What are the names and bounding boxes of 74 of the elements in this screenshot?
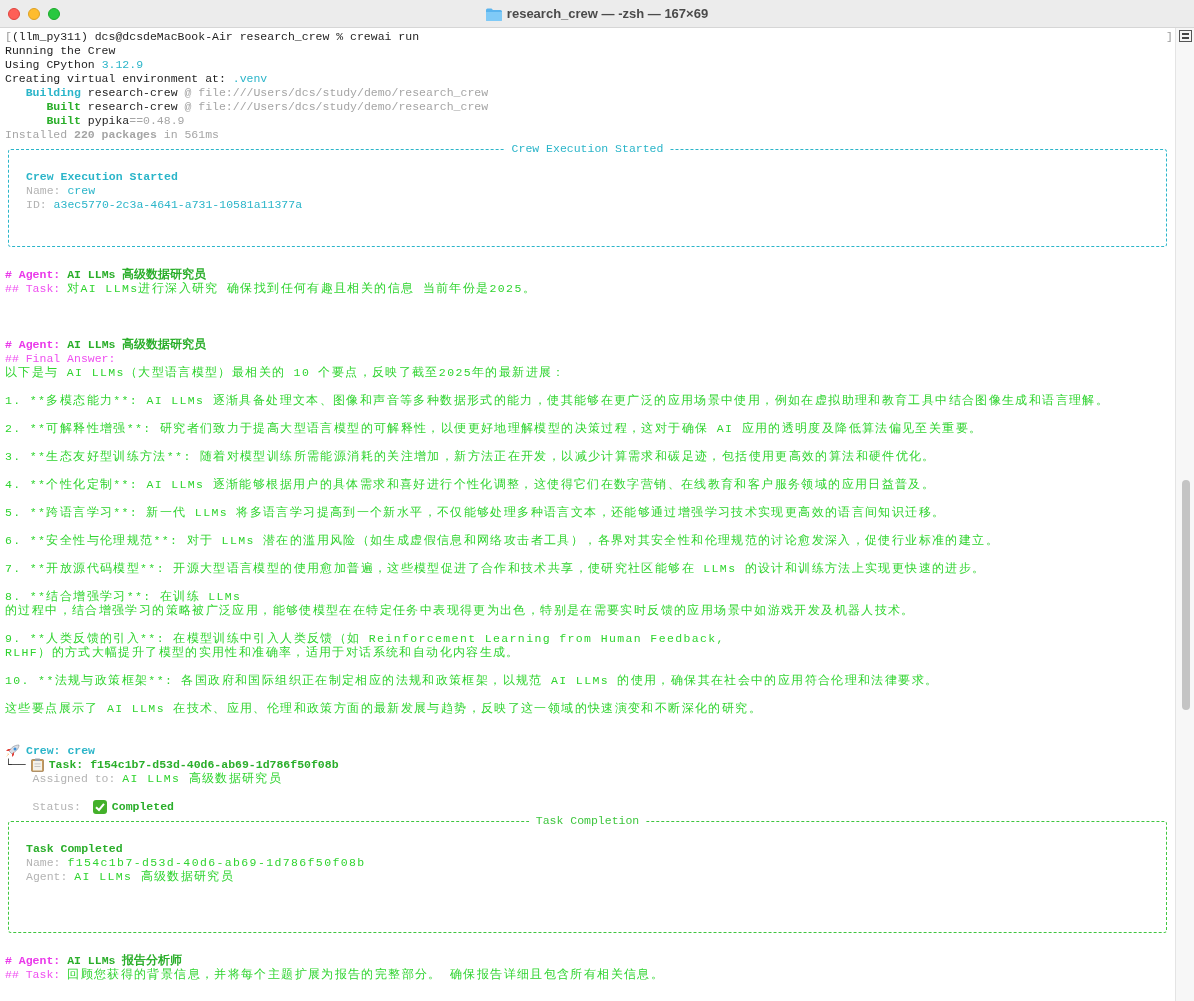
terminal-text: Completed (111, 800, 174, 814)
terminal-text: Task: f154c1b7-d53d-40d6-ab69-1d786f50f08b (48, 758, 339, 772)
clipboard-icon (30, 758, 44, 772)
terminal-text: Built (45, 114, 81, 128)
terminal-text: Installed (5, 128, 69, 142)
terminal-text: crew (67, 184, 96, 198)
terminal-text: Crew Execution Started (26, 170, 178, 184)
terminal-text: Crew: crew (26, 744, 95, 758)
terminal-text: RLHF）的方式大幅提升了模型的实用性和准确率，适用于对话系统和自动化内容生成。 (5, 646, 520, 660)
terminal-text: Running the Crew (5, 44, 116, 58)
terminal-text: research-crew (86, 100, 179, 114)
terminal-text: Creating virtual environment at: (5, 72, 227, 86)
terminal-text: AI LLMs 高级数据研究员 (67, 338, 207, 352)
marks-icon[interactable] (1179, 30, 1192, 42)
close-button[interactable] (8, 7, 20, 20)
terminal-text: ID: (26, 198, 48, 212)
terminal-text: a3ec5770-2c3a-4641-a731-10581a11377a (53, 198, 303, 212)
terminal-text: AI LLMs 高级数据研究员 (122, 772, 283, 786)
window-title: research_crew — -zsh — 167×69 (506, 5, 709, 24)
terminal-text: ## Final Answer: (5, 352, 116, 366)
terminal-text: └── (5, 758, 26, 772)
terminal-text: 2. **可解释性增强**: 研究者们致力于提高大型语言模型的可解释性，以便更好地理解模型的决策过程，这对于确保 AI 应用的透明度及降低算法偏见至关重要。 (5, 422, 983, 436)
terminal-text: research-crew (86, 86, 179, 100)
terminal-text: Building (24, 86, 81, 100)
scrollbar-thumb[interactable] (1182, 480, 1190, 710)
terminal-text: 9. **人类反馈的引入**: 在模型训练中引入人类反馈（如 Reinforcement Learning from Human Feedback, (5, 632, 725, 646)
checkmark-icon (92, 800, 107, 814)
scrollbar[interactable] (1175, 28, 1194, 1001)
terminal-text: AI LLMs 高级数据研究员 (67, 268, 207, 282)
terminal-text: 6. **安全性与伦理规范**: 对于 LLMs 潜在的滥用风险（如生成虚假信息和网络攻击者工具），各界对其安全性和伦理规范的讨论愈发深入，促使行业标准的建立。 (5, 534, 999, 548)
terminal-text: AI LLMs 高级数据研究员 (74, 870, 235, 884)
terminal-text: AI LLMs 报告分析师 (67, 954, 183, 968)
prompt-mark: ] (1166, 30, 1173, 44)
terminal-text: Name: (26, 184, 62, 198)
terminal-text: (llm_py311) dcs@dcsdeMacBook-Air research_crew % crewai run (11, 30, 420, 44)
terminal-text: 这些要点展示了 AI LLMs 在技术、应用、伦理和政策方面的最新发展与趋势，反映了这一领域的快速演变和不断深化的研究。 (5, 702, 762, 716)
zoom-button[interactable] (48, 7, 60, 20)
terminal-text: 对AI LLMs进行深入研究 确保找到任何有趣且相关的信息 当前年份是2025。 (67, 282, 537, 296)
terminal-text: ## Task: (5, 968, 62, 982)
terminal-text: 4. **个性化定制**: AI LLMs 逐渐能够根据用户的具体需求和喜好进行个性化调整，这使得它们在数字营销、在线教育和客户服务领域的应用日益普及。 (5, 478, 936, 492)
terminal-text: f154c1b7-d53d-40d6-ab69-1d786f50f08b (67, 856, 366, 870)
terminal-text: Assigned to: (31, 772, 117, 786)
terminal-text: Agent: (26, 870, 69, 884)
terminal-text: 7. **开放源代码模型**: 开源大型语言模型的使用愈加普遍，这些模型促进了合作和技术共享，使研究社区能够在 LLMs 的设计和训练方法上实现更快速的进步。 (5, 562, 986, 576)
terminal-text: Task Completed (26, 842, 123, 856)
terminal-text: 10. **法规与政策框架**: 各国政府和国际组织正在制定相应的法规和政策框架，以规范 AI LLMs 的使用，确保其在社会中的应用符合伦理和法律要求。 (5, 674, 939, 688)
panel-title: Task Completion (528, 814, 647, 828)
terminal-text: 3.12.9 (101, 58, 144, 72)
terminal-text: @ file:///Users/dcs/study/demo/research_crew (184, 100, 489, 114)
terminal-text: # Agent: (5, 268, 62, 282)
terminal-text: 以下是与 AI LLMs（大型语言模型）最相关的 10 个要点，反映了截至2025年的最新进展： (5, 366, 566, 380)
minimize-button[interactable] (28, 7, 40, 20)
terminal-text: pypika (86, 114, 130, 128)
terminal-text: 3. **生态友好型训练方法**: 随着对模型训练所需能源消耗的关注增加，新方法正在开发，以减少计算需求和碳足迹，包括使用更高效的算法和硬件优化。 (5, 450, 936, 464)
terminal-text: Status: (31, 800, 82, 814)
rocket-icon (5, 744, 20, 758)
terminal-text: @ file:///Users/dcs/study/demo/research_crew (184, 86, 489, 100)
terminal-text: ## Task: (5, 282, 62, 296)
terminal-text: in 561ms (162, 128, 219, 142)
terminal-text: 1. **多模态能力**: AI LLMs 逐渐具备处理文本、图像和声音等多种数据形式的能力，使其能够在更广泛的应用场景中使用，例如在虚拟助理和教育工具中结合图像生成和语言理解。 (5, 394, 1110, 408)
terminal-text: 5. **跨语言学习**: 新一代 LLMs 将多语言学习提高到一个新水平，不仅能够处理多种语言文本，还能够通过增强学习技术实现更高效的语言间知识迁移。 (5, 506, 946, 520)
terminal-text: Using CPython (5, 58, 96, 72)
terminal-text: Built (45, 100, 81, 114)
terminal-text: .venv (232, 72, 268, 86)
folder-icon (485, 7, 502, 21)
terminal-text: 220 packages (74, 128, 157, 142)
terminal-text: ==0.48.9 (129, 114, 185, 128)
terminal-text: # Agent: (5, 338, 62, 352)
terminal-text: [ (5, 30, 12, 44)
terminal-text: Name: (26, 856, 62, 870)
terminal-text: 回顾您获得的背景信息，并将每个主题扩展为报告的完整部分。 确保报告详细且包含所有相关信息。 (67, 968, 665, 982)
terminal-text: # Agent: (5, 954, 62, 968)
terminal-text: 的过程中，结合增强学习的策略被广泛应用，能够使模型在在特定任务中表现得更为出色，特别是在需要实时反馈的应用场景中如游戏开发及机器人技术。 (5, 604, 915, 618)
terminal-text: 8. **结合增强学习**: 在训练 LLMs (5, 590, 242, 604)
